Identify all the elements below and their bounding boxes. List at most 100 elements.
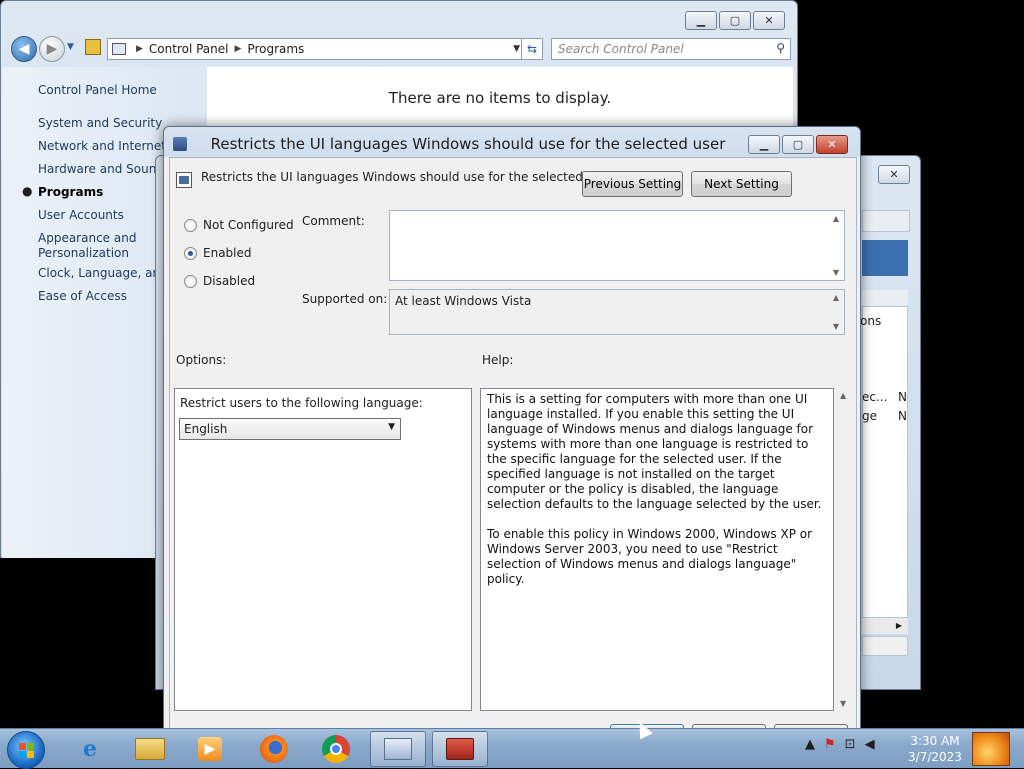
comment-label: Comment: <box>302 214 365 228</box>
breadcrumb-separator-icon: ▶ <box>136 44 143 54</box>
action-center-icon[interactable]: ⚑ <box>824 737 836 752</box>
clock-date: 3/7/2023 <box>908 750 962 764</box>
radio-not-configured[interactable]: Not Configured <box>184 218 294 232</box>
policy-setting-dialog: Restricts the UI languages Windows shoul… <box>163 126 861 736</box>
scroll-up-icon[interactable]: ▲ <box>840 391 846 400</box>
maximize-button[interactable]: ▢ <box>719 11 751 30</box>
setting-name: Restricts the UI languages Windows shoul… <box>201 170 613 184</box>
help-label: Help: <box>482 353 514 367</box>
list-fragment: N <box>898 409 907 423</box>
sidebar-item-user-accounts[interactable]: User Accounts <box>38 208 124 222</box>
comment-field[interactable]: ▲ ▼ <box>389 210 845 281</box>
help-paragraph: This is a setting for computers with mor… <box>487 392 822 511</box>
sidebar-item-appearance[interactable]: Appearance and <box>38 231 136 245</box>
breadcrumb-programs[interactable]: Programs <box>247 42 304 56</box>
sidebar-item-hardware-sound[interactable]: Hardware and Sound <box>38 162 164 176</box>
radio-label: Enabled <box>203 246 252 260</box>
comment-scrollbar[interactable]: ▲ ▼ <box>828 211 844 280</box>
scroll-up-icon[interactable]: ▲ <box>828 214 844 223</box>
breadcrumb-control-panel[interactable]: Control Panel <box>149 42 229 56</box>
scroll-down-icon[interactable]: ▼ <box>840 699 846 708</box>
options-label: Options: <box>176 353 227 367</box>
column-header <box>862 290 908 306</box>
help-scrollbar[interactable]: ▲ ▼ <box>836 388 852 711</box>
dialog-body: Restricts the UI languages Windows shoul… <box>169 157 857 736</box>
sidebar-item-network-internet[interactable]: Network and Internet <box>38 139 166 153</box>
radio-label: Disabled <box>203 274 256 288</box>
chrome-icon[interactable] <box>308 731 364 767</box>
user-picture-icon[interactable] <box>972 732 1010 766</box>
supported-on-label: Supported on: <box>302 292 388 306</box>
recent-pages-icon[interactable]: ▼ <box>67 42 74 52</box>
header-strip <box>862 210 910 232</box>
status-area <box>862 636 908 656</box>
maximize-button[interactable]: ▢ <box>782 135 814 154</box>
selected-item[interactable] <box>862 240 908 276</box>
clock[interactable]: 3:30 AM 3/7/2023 <box>900 733 970 765</box>
internet-explorer-icon[interactable]: e <box>62 731 118 767</box>
radio-circle[interactable] <box>184 218 197 232</box>
minimize-button[interactable]: ▁ <box>685 11 717 30</box>
list-fragment: ons <box>860 314 882 328</box>
volume-icon[interactable]: ◀ <box>865 737 875 752</box>
language-value: English <box>184 422 228 436</box>
close-button[interactable]: ✕ <box>878 165 910 184</box>
control-panel-icon[interactable] <box>370 731 426 767</box>
list-fragment: N <box>898 390 907 404</box>
breadcrumb-separator-icon: ▶ <box>234 44 242 54</box>
supported-on-field: At least Windows Vista ▲ ▼ <box>389 289 845 335</box>
minimize-button[interactable]: ▁ <box>748 135 780 154</box>
next-setting-button[interactable]: Next Setting <box>691 171 792 197</box>
search-input[interactable]: Search Control Panel ⚲ <box>551 38 791 60</box>
radio-circle[interactable] <box>184 246 197 260</box>
clock-time: 3:30 AM <box>910 734 960 748</box>
sidebar-item-clock-language[interactable]: Clock, Language, and <box>38 266 168 280</box>
radio-label: Not Configured <box>203 218 294 232</box>
empty-message: There are no items to display. <box>388 89 612 107</box>
show-hidden-icons-icon[interactable]: ▲ <box>805 737 815 752</box>
radio-circle[interactable] <box>184 274 197 288</box>
active-bullet-icon: ● <box>22 184 33 198</box>
sidebar-item-control-panel-home[interactable]: Control Panel Home <box>38 83 157 97</box>
close-button[interactable]: ✕ <box>816 135 848 154</box>
radio-enabled[interactable]: Enabled <box>184 246 252 260</box>
chevron-down-icon[interactable]: ▼ <box>388 422 395 432</box>
back-button[interactable]: ◀ <box>11 36 37 62</box>
taskbar: e ▶ ▲ ⚑ ⊡ ◀ 3:30 AM 3/7/2023 <box>0 728 1024 769</box>
forward-button[interactable]: ▶ <box>39 36 65 62</box>
sidebar-item-personalization[interactable]: Personalization <box>38 246 129 260</box>
start-button[interactable] <box>7 731 45 769</box>
refresh-button[interactable]: ⇆ <box>521 38 543 60</box>
scroll-down-icon[interactable]: ▼ <box>828 268 844 277</box>
scroll-down-icon[interactable]: ▼ <box>828 322 844 331</box>
file-explorer-icon[interactable] <box>122 731 178 767</box>
previous-setting-button[interactable]: Previous Setting <box>582 171 683 197</box>
address-bar[interactable]: ▶ Control Panel ▶ Programs ▼ <box>107 38 525 60</box>
firefox-icon[interactable] <box>246 731 302 767</box>
search-icon: ⚲ <box>776 41 785 55</box>
setting-list[interactable] <box>862 306 908 618</box>
radio-disabled[interactable]: Disabled <box>184 274 255 288</box>
media-player-icon[interactable]: ▶ <box>182 731 238 767</box>
network-icon[interactable]: ⊡ <box>845 737 856 752</box>
windows-logo-icon <box>19 743 35 759</box>
control-panel-icon <box>112 43 126 55</box>
up-folder-icon[interactable] <box>85 39 101 55</box>
chevron-down-icon[interactable]: ▼ <box>513 44 520 54</box>
sidebar-item-ease-of-access[interactable]: Ease of Access <box>38 289 127 303</box>
sidebar-item-programs[interactable]: Programs <box>38 185 103 199</box>
close-button[interactable]: ✕ <box>753 11 785 30</box>
scroll-up-icon[interactable]: ▲ <box>828 293 844 302</box>
horizontal-scrollbar[interactable]: ▶ <box>862 618 908 634</box>
group-policy-icon[interactable] <box>432 731 488 767</box>
language-option-label: Restrict users to the following language… <box>180 396 423 410</box>
supported-scrollbar[interactable]: ▲ ▼ <box>828 290 844 334</box>
list-fragment: ge <box>862 409 877 423</box>
sidebar-item-system-security[interactable]: System and Security <box>38 116 162 130</box>
cp-caption-buttons: ▁ ▢ ✕ <box>685 11 785 30</box>
system-tray: ▲ ⚑ ⊡ ◀ <box>805 737 875 752</box>
list-fragment: ec... <box>862 390 888 404</box>
gp-caption-buttons: ✕ <box>878 165 910 184</box>
language-dropdown[interactable]: English ▼ <box>179 418 401 440</box>
search-placeholder: Search Control Panel <box>558 42 684 56</box>
